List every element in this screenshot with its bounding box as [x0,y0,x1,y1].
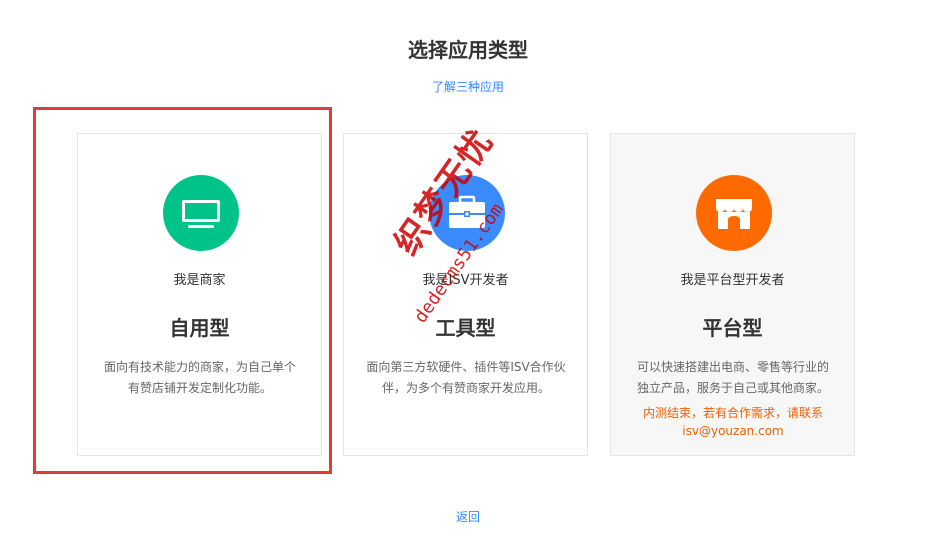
card-subtitle: 我是商家 [173,273,226,288]
card-title: 工具型 [435,316,496,340]
monitor-icon [163,175,239,251]
app-type-card-platform: 我是平台型开发者 平台型 可以快速搭建出电商、零售等行业的独立产品，服务于自己或… [610,133,855,456]
page-title: 选择应用类型 [408,38,528,62]
learn-three-app-types-link[interactable]: 了解三种应用 [0,78,936,96]
card-title: 平台型 [702,316,763,340]
app-type-card-self-use[interactable]: 我是商家 自用型 面向有技术能力的商家，为自己单个有赞店铺开发定制化功能。 [77,133,322,456]
card-subtitle: 我是ISV开发者 [422,273,509,288]
card-description: 面向第三方软硬件、插件等ISV合作伙伴，为多个有赞商家开发应用。 [366,360,566,395]
back-link[interactable]: 返回 [0,508,936,526]
card-description: 可以快速搭建出电商、零售等行业的独立产品，服务于自己或其他商家。 [636,360,829,395]
card-notice: 内测结束，若有合作需求，请联系 isv@youzan.com [642,406,823,438]
card-subtitle: 我是平台型开发者 [680,273,785,288]
briefcase-icon [429,175,505,251]
card-title: 自用型 [169,316,230,340]
card-description: 面向有技术能力的商家，为自己单个有赞店铺开发定制化功能。 [103,360,296,395]
storefront-icon [696,175,772,251]
app-type-card-tool[interactable]: 我是ISV开发者 工具型 面向第三方软硬件、插件等ISV合作伙伴，为多个有赞商家… [343,133,588,456]
